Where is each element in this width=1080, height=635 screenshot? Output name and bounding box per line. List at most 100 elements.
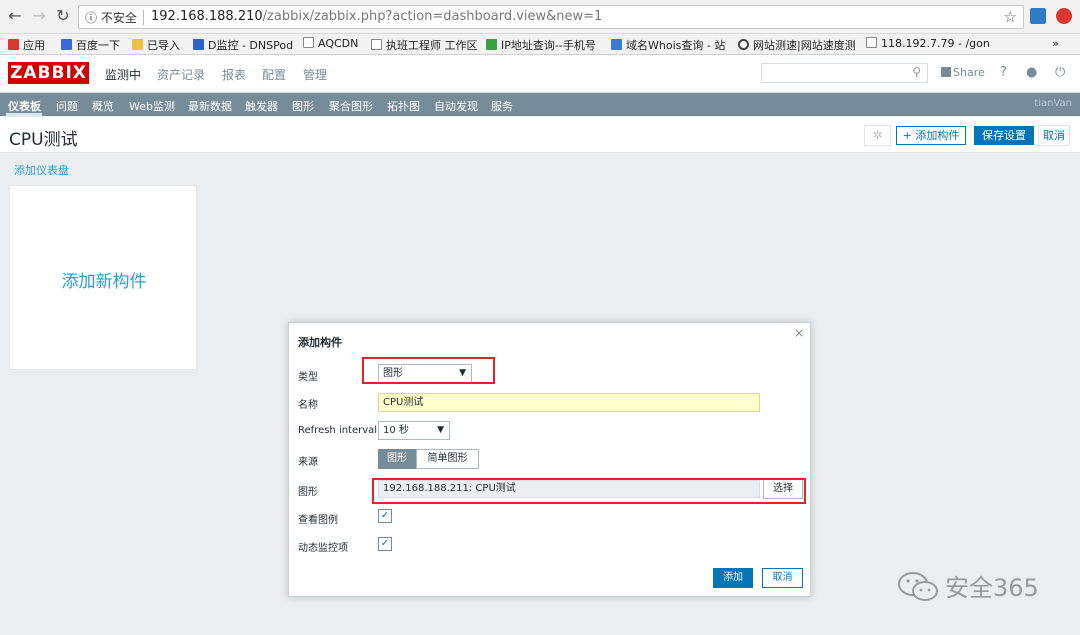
bookmark-label: 网站测速|网站速度测 [753, 39, 856, 52]
page-header: CPU测试 ✲ + 添加构件 保存设置 取消 [0, 117, 1080, 153]
type-select[interactable]: 图形 ▼ [378, 364, 472, 383]
bookmark-label: 已导入 [147, 39, 180, 52]
security-indicator[interactable]: ⓘ 不安全 [85, 9, 137, 26]
username: tianVan [1034, 98, 1072, 109]
menu-administration[interactable]: 管理 [303, 66, 327, 83]
url-separator [143, 10, 144, 25]
select-graph-button[interactable]: 选择 [763, 479, 803, 499]
submenu-graphs[interactable]: 图形 [292, 98, 314, 114]
bookmark-ftp[interactable]: 118.192.7.79 - /gon [866, 37, 990, 50]
add-widget-placeholder[interactable]: 添加新构件 [9, 185, 197, 370]
page-icon [866, 37, 877, 48]
add-button[interactable]: 添加 [713, 568, 753, 588]
dnspod-icon [193, 39, 204, 50]
extension-stop-icon[interactable] [1056, 8, 1072, 24]
submenu-triggers[interactable]: 触发器 [245, 98, 278, 114]
submenu-discovery[interactable]: 自动发现 [434, 98, 478, 114]
reload-icon[interactable]: ↻ [54, 7, 72, 25]
bookmark-baidu[interactable]: 百度一下 [61, 37, 120, 53]
logout-icon[interactable]: ⏻ [1055, 65, 1065, 80]
save-settings-button[interactable]: 保存设置 [974, 126, 1034, 145]
share-label: Share [953, 66, 985, 79]
bookmark-whois[interactable]: 域名Whois查询 - 站 [611, 37, 725, 53]
refresh-interval-value: 10 秒 [383, 425, 409, 436]
menu-reports[interactable]: 报表 [222, 66, 246, 83]
forward-arrow-icon[interactable]: → [30, 7, 48, 25]
bookmark-label: 执班工程师 工作区 [386, 39, 478, 52]
bookmark-apps[interactable]: 应用 [8, 37, 45, 53]
refresh-interval-select[interactable]: 10 秒 ▼ [378, 421, 450, 440]
dynamic-item-checkbox[interactable]: ✓ [378, 537, 392, 551]
submenu-dashboard[interactable]: 仪表板 [8, 98, 41, 114]
close-icon[interactable]: × [794, 326, 804, 340]
dropdown-arrow-icon: ▼ [459, 368, 466, 378]
bookmark-label: 应用 [23, 39, 45, 52]
url-host: 192.168.188.210 [151, 9, 263, 24]
zabbix-header: ZABBIX 监测中 资产记录 报表 配置 管理 ⚲ Share ? ● ⏻ [0, 55, 1080, 93]
menu-inventory[interactable]: 资产记录 [157, 66, 205, 83]
bookmark-star-icon[interactable]: ☆ [1004, 8, 1017, 26]
zabbix-logo[interactable]: ZABBIX [8, 62, 89, 84]
share-icon [941, 67, 951, 77]
zabbix-submenu: 仪表板 问题 概览 Web监测 最新数据 触发器 图形 聚合图形 拓扑图 自动发… [0, 93, 1080, 116]
submenu-screens[interactable]: 聚合图形 [329, 98, 373, 114]
dialog-title: 添加构件 [298, 336, 342, 349]
help-icon[interactable]: ? [1000, 65, 1007, 80]
bookmark-speedtest[interactable]: 网站测速|网站速度测 [738, 37, 856, 53]
back-arrow-icon[interactable]: ← [6, 7, 24, 25]
submenu-maps[interactable]: 拓扑图 [387, 98, 420, 114]
bookmark-label: 百度一下 [76, 39, 120, 52]
user-profile-icon[interactable]: ● [1026, 65, 1037, 80]
source-simple-graph-option[interactable]: 简单图形 [416, 449, 479, 469]
bookmark-dnspod[interactable]: D监控 - DNSPod [193, 37, 293, 53]
url-path: /zabbix/zabbix.php?action=dashboard.view… [262, 9, 603, 24]
ip-lookup-icon [486, 39, 497, 50]
submenu-services[interactable]: 服务 [491, 98, 513, 114]
bookmark-imported[interactable]: 已导入 [132, 37, 180, 53]
page-title: CPU测试 [9, 130, 78, 150]
watermark-text: 安全365 [945, 574, 1039, 602]
add-widget-dialog: 添加构件 × 类型 图形 ▼ 名称 CPU测试 Refresh interval… [288, 322, 811, 597]
add-dashboard-link[interactable]: 添加仪表盘 [14, 162, 69, 178]
folder-icon [132, 39, 143, 50]
bookmark-ip-lookup[interactable]: IP地址查询--手机号 [486, 37, 596, 53]
source-label: 来源 [298, 457, 318, 468]
add-widget-button[interactable]: + 添加构件 [896, 126, 966, 145]
bookmark-aqcdn[interactable]: AQCDN [303, 37, 358, 50]
submenu-problems[interactable]: 问题 [56, 98, 78, 114]
graph-field[interactable]: 192.168.188.211: CPU测试 [378, 480, 760, 498]
bookmark-workspace[interactable]: 执班工程师 工作区 [371, 37, 478, 53]
bookmarks-more[interactable]: » [1052, 37, 1059, 50]
search-icon[interactable]: ⚲ [912, 65, 921, 79]
browser-address-bar: ← → ↻ ⓘ 不安全 192.168.188.210/zabbix/zabbi… [0, 0, 1080, 34]
name-input[interactable]: CPU测试 [378, 393, 760, 412]
apps-grid-icon [8, 39, 19, 50]
checkmark-icon: ✓ [380, 510, 390, 521]
submenu-overview[interactable]: 概览 [92, 98, 114, 114]
show-legend-label: 查看图例 [298, 515, 338, 526]
url-field[interactable]: ⓘ 不安全 192.168.188.210/zabbix/zabbix.php?… [78, 5, 1024, 29]
show-legend-checkbox[interactable]: ✓ [378, 509, 392, 523]
bookmark-label: AQCDN [318, 37, 359, 50]
submenu-web[interactable]: Web监测 [129, 98, 175, 114]
submenu-latest-data[interactable]: 最新数据 [188, 98, 232, 114]
page-icon [303, 37, 314, 48]
wechat-icon [898, 572, 938, 601]
bookmark-label: 118.192.7.79 - /gon [881, 37, 990, 50]
menu-monitoring[interactable]: 监测中 [105, 66, 141, 83]
bookmark-label: 域名Whois查询 - 站 [626, 39, 726, 52]
cancel-button[interactable]: 取消 [762, 568, 803, 588]
active-tab-indicator [6, 113, 42, 116]
eye-icon [738, 39, 749, 50]
share-link[interactable]: Share [941, 66, 985, 79]
search-input[interactable]: ⚲ [761, 63, 928, 83]
security-label: 不安全 [100, 11, 137, 25]
extension-icon[interactable] [1030, 8, 1046, 24]
dashboard-settings-gear-icon[interactable]: ✲ [864, 125, 891, 146]
source-graph-option[interactable]: 图形 [378, 449, 416, 469]
cancel-edit-button[interactable]: 取消 [1038, 125, 1070, 146]
url-text: 192.168.188.210/zabbix/zabbix.php?action… [151, 9, 602, 24]
menu-configuration[interactable]: 配置 [262, 66, 286, 83]
placeholder-label: 添加新构件 [61, 272, 147, 292]
watermark: 安全365 [895, 566, 1055, 606]
